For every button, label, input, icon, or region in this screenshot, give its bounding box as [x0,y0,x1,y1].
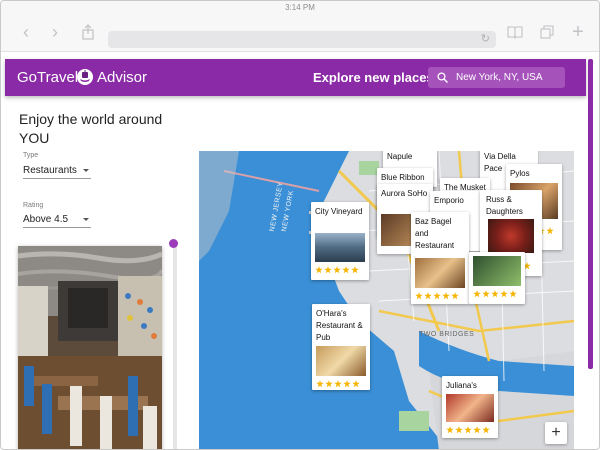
rating-stars [473,290,517,298]
browser-toolbar: ‹ › ↻ + [1,15,599,52]
rating-label: Rating [23,202,44,209]
new-tab-icon[interactable]: + [567,15,589,51]
rating-stars [446,426,490,434]
app-bar: GoTravel Advisor Explore new places New … [5,59,586,96]
map-label-two-bridges: TWO BRIDGES [419,331,475,338]
status-bar: 3:14 PM [1,1,599,15]
browser-window: 3:14 PM ‹ › ↻ + GoTravel Advisor Explore… [0,0,600,450]
rating-select[interactable]: Above 4.5 [23,213,91,228]
place-card-julianas[interactable]: Juliana's [442,376,498,438]
place-photo [488,219,534,253]
page-scrollbar[interactable] [588,59,593,369]
place-name: Baz Bagel and Restaurant [415,217,455,250]
place-card-city-vineyard[interactable]: City Vineyard [311,202,369,280]
place-photo [315,233,365,262]
rating-stars [415,292,459,300]
chevron-down-icon [83,169,89,172]
place-photo [473,256,521,286]
explore-title: Explore new places [313,70,434,85]
bookmarks-icon[interactable] [504,15,526,51]
restaurant-photo-card[interactable] [18,246,162,449]
search-icon [437,72,448,83]
back-icon[interactable]: ‹ [15,15,37,51]
place-name: Napule [387,152,413,161]
place-name: City Vineyard [315,207,363,216]
search-input[interactable]: New York, NY, USA [456,67,543,88]
place-name: Russ & Daughters [486,195,523,216]
place-card-oharas[interactable]: O'Hara's Restaurant & Pub [312,304,370,390]
type-select[interactable]: Restaurants [23,164,91,179]
place-name: Pylos [510,169,530,178]
place-name: Emporio [434,196,464,205]
logo-text-advisor[interactable]: Advisor [97,59,147,96]
rating-stars [316,380,360,388]
place-photo [446,394,494,422]
place-name: O'Hara's Restaurant & Pub [316,309,363,342]
place-name: Blue Ribbon [381,173,425,182]
zoom-in-button[interactable]: + [545,422,567,444]
place-card-unnamed-1[interactable] [469,252,525,304]
share-icon[interactable] [77,15,99,51]
rating-select-value: Above 4.5 [23,214,69,225]
type-label: Type [23,152,39,159]
restaurant-interior-photo [18,246,162,449]
map[interactable]: NEW JERSEY NEW YORK TWO BRIDGES Napule V… [199,151,574,449]
tabs-icon[interactable] [536,15,558,51]
location-search[interactable]: New York, NY, USA [428,67,565,88]
page-heading: Enjoy the world around YOU [19,111,163,146]
place-photo [316,346,366,376]
place-photo [415,258,465,288]
logo-text-go-travel[interactable]: GoTravel [17,59,78,96]
side-panel-scroll-thumb[interactable] [169,239,178,248]
side-panel-scrollbar[interactable] [173,241,177,449]
forward-icon[interactable]: › [44,15,66,51]
place-card-baz-bagel[interactable]: Baz Bagel and Restaurant [411,212,469,304]
url-bar[interactable]: ↻ [108,31,496,48]
status-time: 3:14 PM [285,3,315,12]
reload-icon[interactable]: ↻ [481,31,490,48]
chevron-down-icon [83,218,89,221]
logo-icon [77,69,93,85]
rating-stars [315,266,359,274]
type-select-value: Restaurants [23,165,77,176]
place-name: Juliana's [446,381,477,390]
place-name: Aurora SoHo [381,189,428,198]
